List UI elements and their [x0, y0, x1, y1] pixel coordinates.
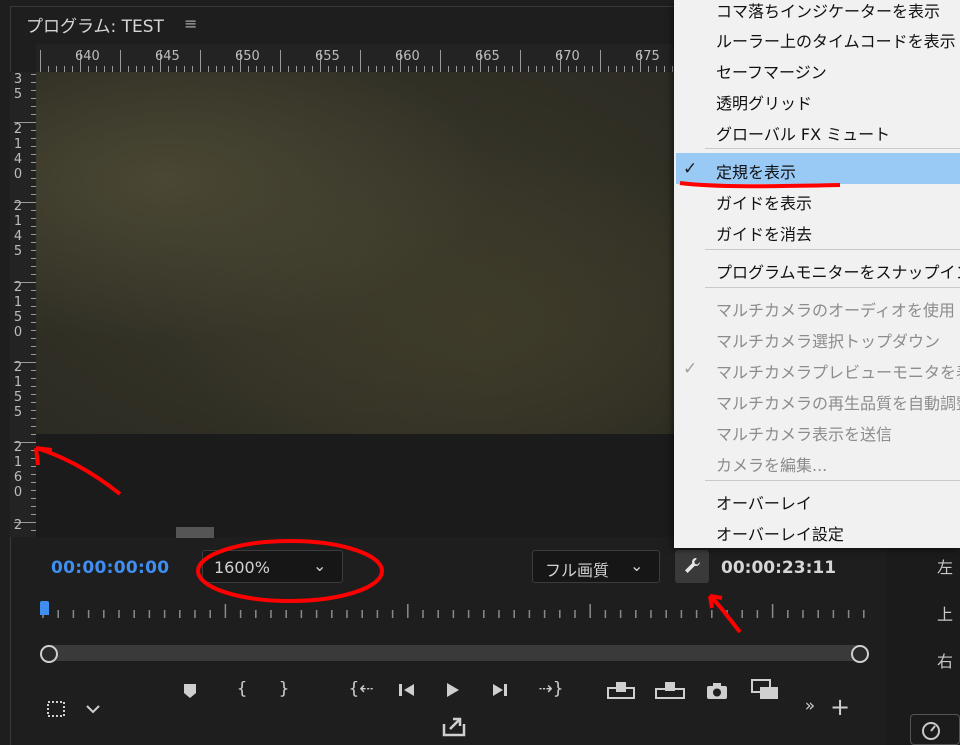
- menu-item[interactable]: グローバル FX ミュート: [716, 121, 890, 145]
- playback-quality-value: フル画質: [545, 561, 610, 580]
- step-forward-icon[interactable]: [490, 682, 510, 698]
- chevron-down-icon[interactable]: [85, 703, 101, 715]
- play-icon[interactable]: [445, 682, 461, 698]
- menu-item: マルチカメラプレビューモニタを表示: [716, 363, 960, 382]
- menu-item: マルチカメラ表示を送信: [716, 425, 893, 444]
- menu-item[interactable]: ガイドを消去: [716, 221, 812, 245]
- ruler-tick: [600, 50, 601, 72]
- ruler-label: 2 1 5 0: [13, 280, 23, 340]
- time-ruler-scrubber[interactable]: [38, 598, 866, 624]
- safe-margins-icon[interactable]: [46, 700, 68, 720]
- ruler-label: 675: [635, 49, 660, 64]
- ruler-label: 645: [155, 49, 180, 64]
- extract-icon[interactable]: [654, 680, 686, 700]
- menu-item[interactable]: セーフマージン: [716, 59, 827, 83]
- menu-item: マルチカメラ選択トップダウン: [716, 332, 941, 351]
- menu-item[interactable]: オーバーレイ: [716, 490, 812, 514]
- ruler-label: 3 5: [13, 72, 23, 102]
- property-label-top: 上: [937, 605, 954, 624]
- menu-item[interactable]: 定規を表示: [716, 159, 796, 183]
- wrench-icon[interactable]: [675, 550, 709, 583]
- menu-item: カメラを編集...: [716, 456, 828, 475]
- menu-item[interactable]: ガイドを表示: [716, 190, 812, 214]
- ruler-tick: [120, 50, 121, 72]
- menu-item[interactable]: プログラムモニターをスナップイン: [716, 259, 960, 283]
- menu-item[interactable]: オーバーレイ設定: [716, 521, 844, 545]
- ruler-label: 2 1 4 5: [13, 199, 23, 259]
- ruler-tick: [520, 50, 521, 72]
- ruler-label: 660: [395, 49, 420, 64]
- menu-item[interactable]: ルーラー上のタイムコードを表示: [716, 28, 956, 52]
- ruler-label: 655: [315, 49, 340, 64]
- vertical-ruler: 3 5 2 1 4 0 2 1 4 5 2 1 5 0 2 1 5 5 2 1 6 0 2: [10, 72, 36, 537]
- panel-title[interactable]: プログラム: TEST: [26, 12, 164, 37]
- go-to-out-icon[interactable]: ⇢}: [536, 679, 566, 699]
- checkmark-icon: ✓: [683, 159, 698, 179]
- ruler-label: 650: [235, 49, 260, 64]
- menu-item: マルチカメラの再生品質を自動調整: [716, 394, 960, 413]
- current-timecode[interactable]: 00:00:00:00: [51, 558, 169, 578]
- property-label-right: 右: [937, 652, 954, 671]
- add-button-icon[interactable]: +: [826, 693, 854, 721]
- property-label-left: 左: [937, 558, 954, 577]
- menu-item: マルチカメラのオーディオを使用: [716, 301, 955, 320]
- zoom-scroll-left-handle[interactable]: [40, 645, 58, 663]
- comparison-view-icon[interactable]: [750, 678, 780, 702]
- ruler-tick: [440, 50, 441, 72]
- chevron-down-icon: ⌄: [313, 556, 327, 575]
- mark-out-icon[interactable]: }: [270, 679, 298, 699]
- export-frame-icon[interactable]: [706, 682, 728, 700]
- export-icon[interactable]: [441, 714, 467, 738]
- menu-separator: [705, 249, 960, 250]
- ruler-label: 2 1 4 0: [13, 122, 23, 182]
- ruler-tick: [360, 50, 361, 72]
- canvas-background: [36, 434, 676, 537]
- more-icon[interactable]: »: [796, 696, 824, 716]
- zoom-value: 1600%: [214, 558, 270, 577]
- ruler-label: 665: [475, 49, 500, 64]
- panel-menu-icon[interactable]: ≡: [184, 14, 197, 33]
- gauge-icon: [922, 722, 940, 740]
- zoom-scroll-right-handle[interactable]: [851, 645, 869, 663]
- lift-icon[interactable]: [606, 680, 636, 700]
- zoom-scroll-bar[interactable]: [42, 645, 866, 661]
- ruler-label: 2: [13, 518, 23, 533]
- ruler-tick: [200, 50, 201, 72]
- video-preview: [36, 72, 676, 434]
- checkmark-icon: ✓: [683, 359, 698, 379]
- step-back-icon[interactable]: [397, 682, 417, 698]
- go-to-in-icon[interactable]: {⇠: [346, 679, 376, 699]
- menu-separator: [705, 148, 960, 149]
- ruler-label: 2 1 6 0: [13, 440, 23, 500]
- horizontal-scroll-thumb[interactable]: [176, 527, 214, 538]
- menu-separator: [705, 480, 960, 481]
- ruler-label: 670: [555, 49, 580, 64]
- ruler-label: 640: [75, 49, 100, 64]
- marker-icon[interactable]: [181, 682, 199, 700]
- horizontal-ruler: 640 645 650 655 660 665 670 675: [36, 44, 676, 72]
- mark-in-icon[interactable]: {: [228, 679, 256, 699]
- menu-item[interactable]: 透明グリッド: [716, 90, 812, 114]
- ruler-tick: [280, 50, 281, 72]
- duration-timecode: 00:00:23:11: [721, 558, 837, 578]
- ruler-tick: [40, 50, 41, 72]
- playhead[interactable]: [40, 601, 49, 615]
- ruler-label: 2 1 5 5: [13, 360, 23, 420]
- menu-separator: [705, 287, 960, 288]
- menu-item[interactable]: コマ落ちインジケーターを表示: [716, 0, 940, 22]
- chevron-down-icon: ⌄: [630, 556, 644, 575]
